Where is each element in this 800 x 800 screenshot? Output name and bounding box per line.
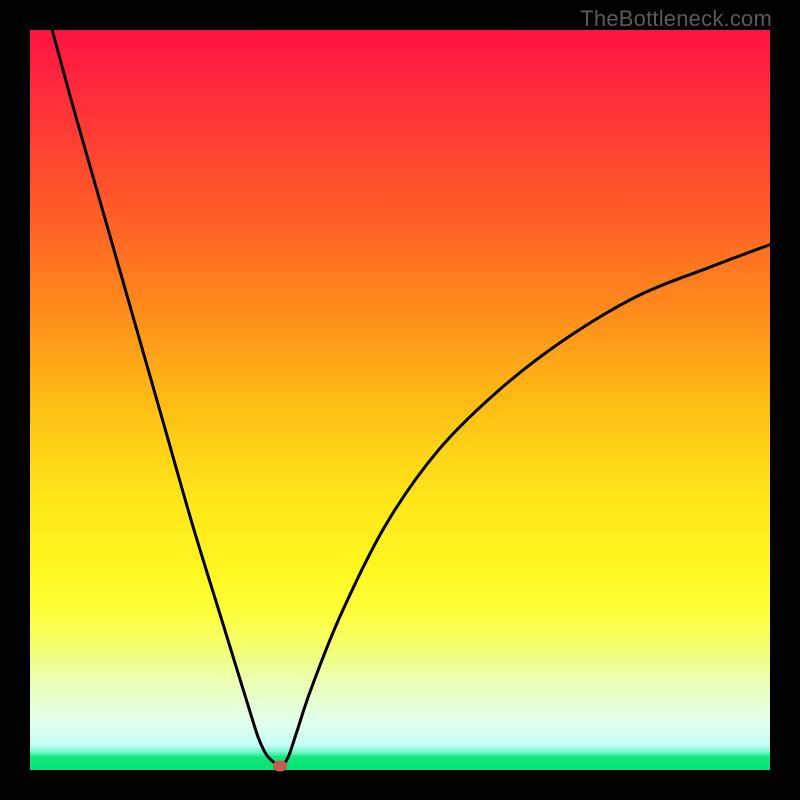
watermark-text: TheBottleneck.com <box>580 6 772 32</box>
bottleneck-curve <box>30 30 770 770</box>
optimal-point-marker <box>273 761 287 772</box>
plot-area <box>30 30 770 770</box>
chart-frame: TheBottleneck.com <box>0 0 800 800</box>
